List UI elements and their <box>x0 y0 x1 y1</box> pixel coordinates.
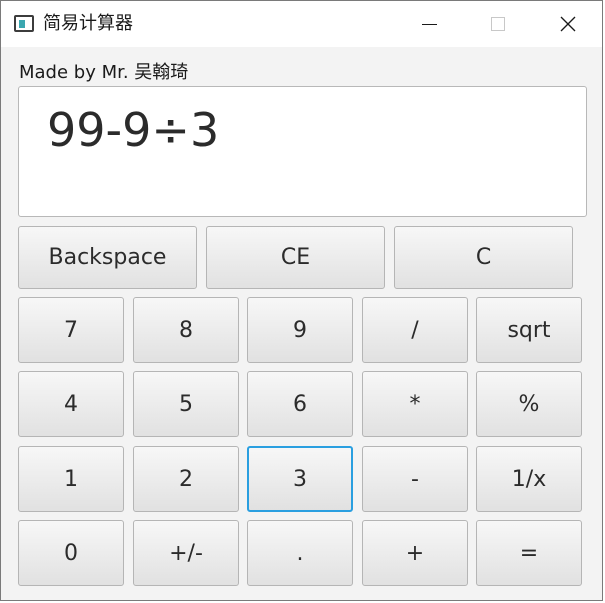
decimal-button[interactable]: . <box>247 520 353 586</box>
divide-button[interactable]: / <box>362 297 468 363</box>
maximize-button[interactable] <box>463 1 533 47</box>
minimize-button[interactable] <box>394 1 464 47</box>
digit-3-button[interactable]: 3 <box>247 446 353 512</box>
digit-7-button[interactable]: 7 <box>18 297 124 363</box>
title-bar: 简易计算器 <box>1 1 602 47</box>
window-title: 简易计算器 <box>43 13 133 34</box>
calculator-window: 简易计算器 Made by Mr. 吴翰琦 99-9÷3 Backspace C… <box>0 0 603 601</box>
multiply-button[interactable]: * <box>362 371 468 437</box>
app-icon <box>14 15 34 32</box>
digit-1-button[interactable]: 1 <box>18 446 124 512</box>
percent-button[interactable]: % <box>476 371 582 437</box>
reciprocal-button[interactable]: 1/x <box>476 446 582 512</box>
clear-entry-button[interactable]: CE <box>206 226 385 289</box>
sqrt-button[interactable]: sqrt <box>476 297 582 363</box>
plus-button[interactable]: + <box>362 520 468 586</box>
negate-button[interactable]: +/- <box>133 520 239 586</box>
digit-9-button[interactable]: 9 <box>247 297 353 363</box>
display-field[interactable]: 99-9÷3 <box>18 86 587 217</box>
minus-button[interactable]: - <box>362 446 468 512</box>
display-expression: 99-9÷3 <box>47 103 220 157</box>
minimize-icon <box>421 23 437 25</box>
equals-button[interactable]: = <box>476 520 582 586</box>
close-button[interactable] <box>533 1 603 47</box>
digit-0-button[interactable]: 0 <box>18 520 124 586</box>
digit-5-button[interactable]: 5 <box>133 371 239 437</box>
digit-8-button[interactable]: 8 <box>133 297 239 363</box>
close-icon <box>560 16 576 32</box>
digit-2-button[interactable]: 2 <box>133 446 239 512</box>
digit-4-button[interactable]: 4 <box>18 371 124 437</box>
digit-6-button[interactable]: 6 <box>247 371 353 437</box>
maximize-icon <box>491 17 505 31</box>
credit-label: Made by Mr. 吴翰琦 <box>19 62 189 83</box>
clear-button[interactable]: C <box>394 226 573 289</box>
backspace-button[interactable]: Backspace <box>18 226 197 289</box>
